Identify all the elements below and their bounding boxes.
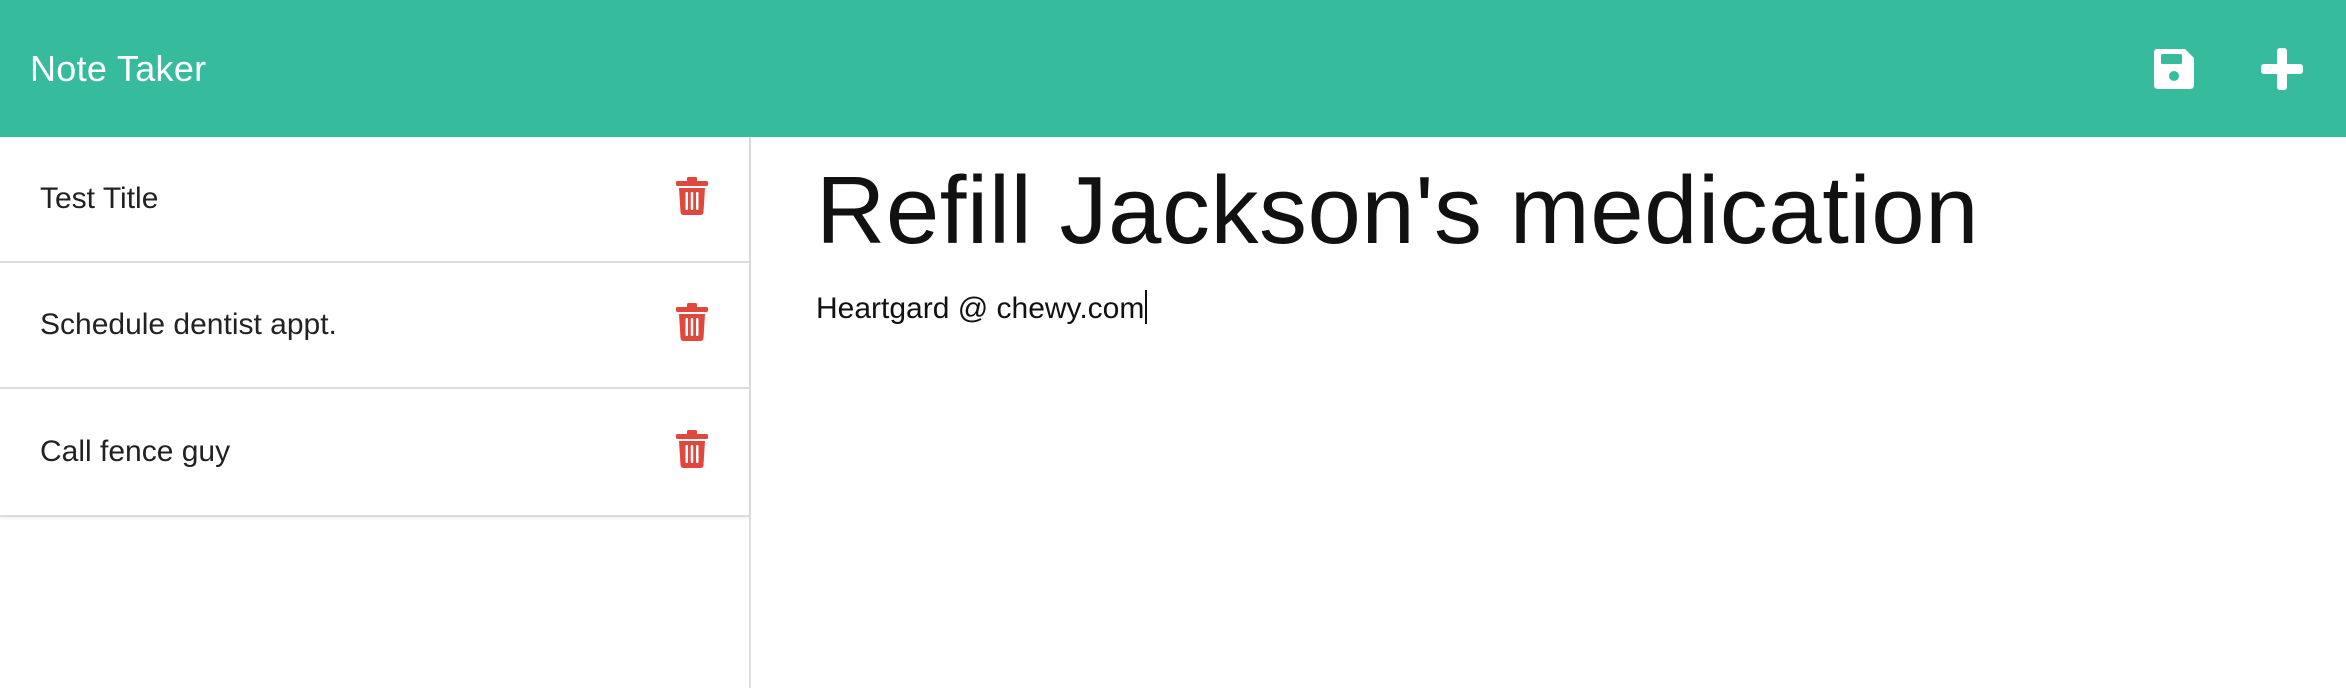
note-title: Schedule dentist appt. bbox=[40, 308, 337, 341]
list-item[interactable]: Schedule dentist appt. bbox=[0, 263, 749, 389]
text-cursor bbox=[1145, 289, 1148, 324]
note-text-area[interactable]: Heartgard @ chewy.com bbox=[816, 262, 2346, 326]
trash-icon bbox=[676, 303, 708, 341]
note-list: Test Title Schedule dentist appt. Call f… bbox=[0, 137, 749, 517]
note-title: Test Title bbox=[40, 182, 159, 215]
trash-icon bbox=[676, 177, 708, 215]
note-text: Heartgard @ chewy.com bbox=[816, 291, 1145, 325]
plus-icon bbox=[2261, 47, 2303, 90]
floppy-disk-icon bbox=[2154, 48, 2194, 89]
list-item[interactable]: Call fence guy bbox=[0, 389, 749, 515]
list-item[interactable]: Test Title bbox=[0, 137, 749, 263]
toolbar bbox=[2150, 45, 2316, 93]
delete-note-button[interactable] bbox=[675, 177, 709, 215]
trash-icon bbox=[676, 430, 708, 468]
navbar: Note Taker bbox=[0, 0, 2346, 137]
note-editor: Refill Jackson's medication Heartgard @ … bbox=[752, 137, 2346, 688]
delete-note-button[interactable] bbox=[675, 303, 709, 341]
notes-sidebar: Test Title Schedule dentist appt. Call f… bbox=[0, 137, 751, 688]
delete-note-button[interactable] bbox=[675, 430, 709, 468]
note-title: Call fence guy bbox=[40, 435, 231, 468]
app-title: Note Taker bbox=[30, 47, 207, 89]
save-note-button[interactable] bbox=[2150, 45, 2198, 93]
note-title-input[interactable]: Refill Jackson's medication bbox=[816, 160, 2346, 262]
new-note-button[interactable] bbox=[2258, 45, 2306, 93]
